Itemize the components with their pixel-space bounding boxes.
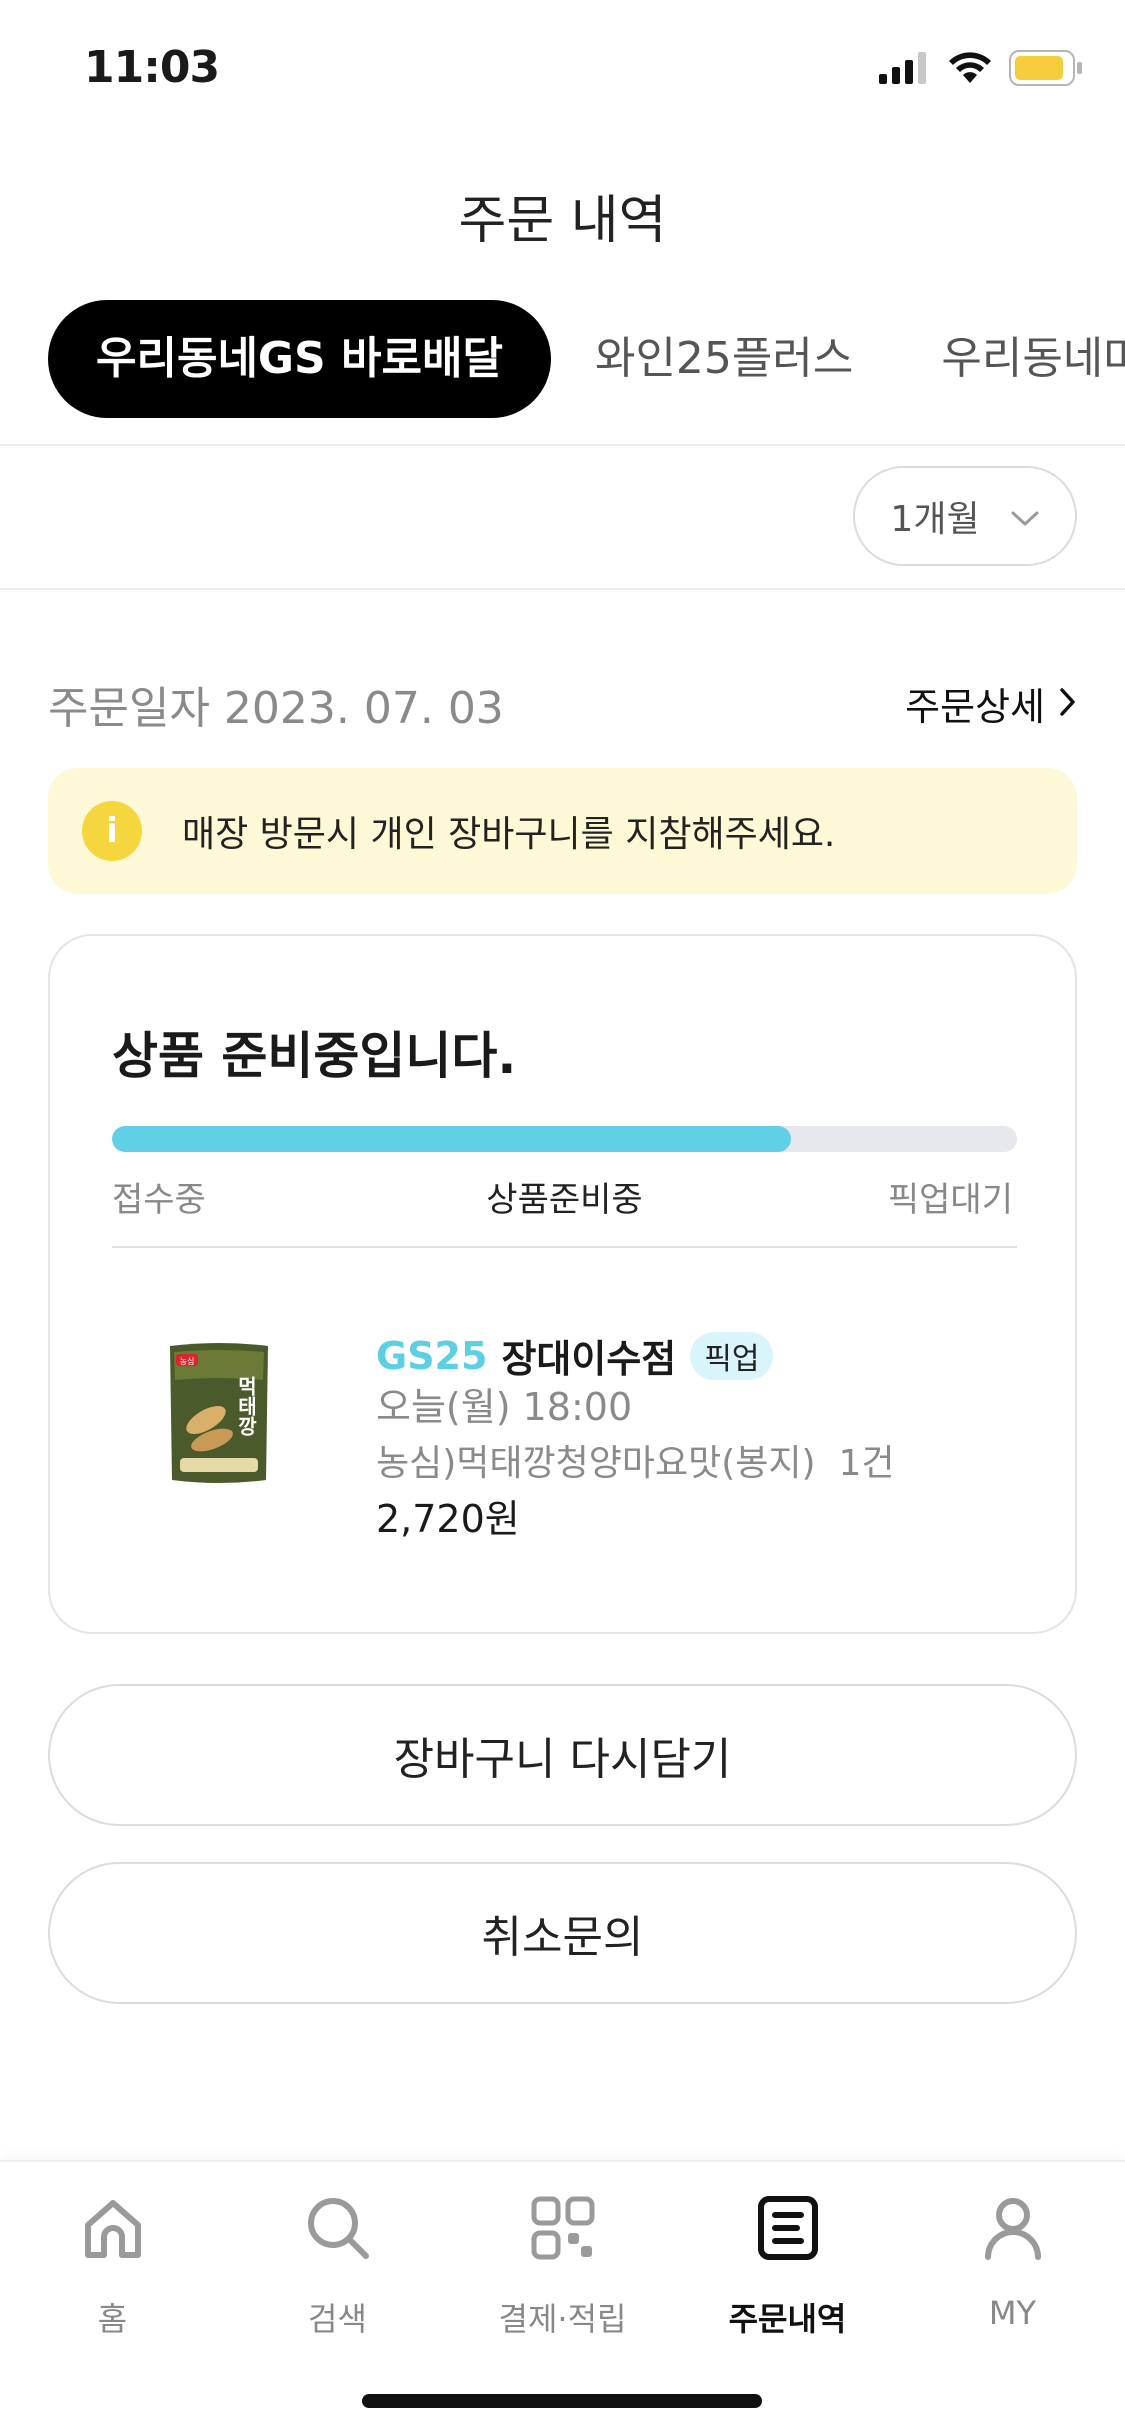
step-pickup-waiting: 픽업대기 [887,1180,1013,1220]
home-icon [73,2188,153,2268]
status-time: 11:03 [84,42,220,93]
store-brand: GS25 [376,1333,488,1378]
nav-my[interactable]: MY [900,2188,1125,2332]
nav-home[interactable]: 홈 [0,2188,225,2340]
search-icon [298,2188,378,2268]
chevron-right-icon [1059,682,1077,726]
order-card: 상품 준비중입니다. 접수중 상품준비중 픽업대기 농심 먹태깡 GS25 장대… [48,934,1077,1634]
product-name: 농심)먹태깡청양마요맛(봉지) [376,1443,816,1484]
chevron-down-icon [1010,496,1040,537]
order-status-title: 상품 준비중입니다. [112,1027,517,1085]
divider [0,444,1125,446]
svg-text:먹태깡: 먹태깡 [234,1376,258,1436]
order-detail-link[interactable]: 주문상세 [905,676,1077,731]
battery-icon [1009,50,1083,90]
cancel-inquiry-button[interactable]: 취소문의 [48,1862,1077,2004]
card-divider [112,1246,1017,1248]
info-icon: i [82,801,142,861]
pickup-time: 오늘(월) 18:00 [376,1385,633,1429]
nav-payment-label: 결제·적립 [498,2300,627,2338]
nav-order-history-label: 주문내역 [728,2300,847,2338]
pickup-badge: 픽업 [690,1331,774,1380]
status-icons [879,50,1083,90]
nav-order-history[interactable]: 주문내역 [675,2188,900,2340]
signal-icon [879,52,931,88]
nav-search[interactable]: 검색 [225,2188,450,2340]
period-dropdown[interactable]: 1개월 [853,466,1077,566]
store-info: GS25 장대이수점 픽업 [376,1328,774,1383]
page-title: 주문 내역 [458,191,667,251]
notice-banner: i 매장 방문시 개인 장바구니를 지참해주세요. [48,768,1077,894]
tab-wine25plus[interactable]: 와인25플러스 [551,300,897,418]
store-tabs: 우리동네GS 바로배달와인25플러스우리동네마트 [48,300,1125,418]
product-quantity: 1건 [838,1443,895,1484]
tab-neighborhood-mart[interactable]: 우리동네마트 [897,300,1125,418]
reorder-cart-button[interactable]: 장바구니 다시담기 [48,1684,1077,1826]
product-price: 2,720원 [376,1497,520,1541]
payment-icon [523,2188,603,2268]
product-image: 농심 먹태깡 [166,1340,272,1486]
order-detail-label: 주문상세 [905,685,1045,729]
store-name: 장대이수점 [501,1337,677,1381]
svg-text:농심: 농심 [180,1356,195,1366]
product-line: 농심)먹태깡청양마요맛(봉지) 1건 [376,1434,895,1486]
notice-text: 매장 방문시 개인 장바구니를 지참해주세요. [182,814,836,855]
order-progress-fill [112,1126,791,1152]
period-value: 1개월 [890,499,980,540]
tab-gs-delivery[interactable]: 우리동네GS 바로배달 [48,300,551,418]
divider [0,588,1125,590]
order-history-icon [748,2188,828,2268]
status-bar: 11:03 [0,0,1125,135]
home-indicator [362,2394,762,2408]
nav-search-label: 검색 [308,2300,367,2338]
wifi-icon [947,51,993,89]
nav-home-label: 홈 [97,2300,128,2338]
order-progress-bar [112,1126,1017,1152]
nav-payment[interactable]: 결제·적립 [450,2188,675,2340]
profile-icon [973,2188,1053,2268]
nav-my-label: MY [988,2294,1037,2332]
order-date: 주문일자 2023. 07. 03 [48,683,504,734]
